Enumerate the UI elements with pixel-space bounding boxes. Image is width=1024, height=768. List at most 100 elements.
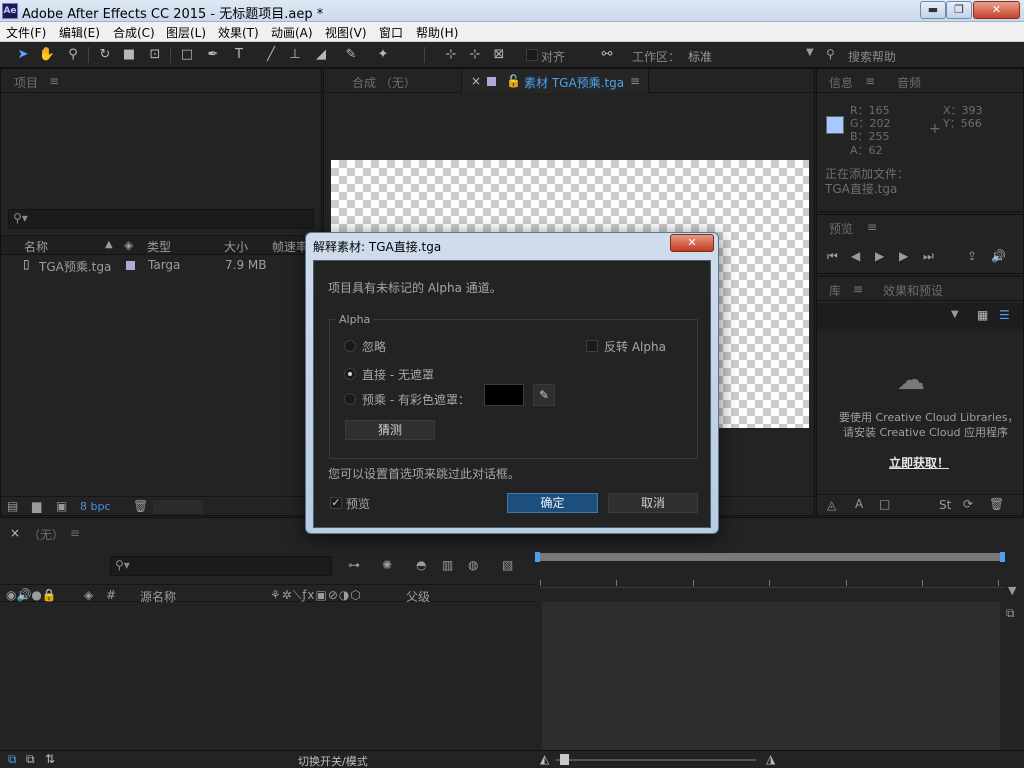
tab-preview[interactable]: 预览 xyxy=(829,220,853,237)
add-color-icon[interactable]: ◬ xyxy=(827,498,836,512)
matte-color-swatch[interactable] xyxy=(484,384,524,406)
rotation-tool-icon[interactable]: ↻ xyxy=(96,46,114,64)
label-column-icon[interactable]: ◈ xyxy=(84,588,93,602)
new-folder-icon[interactable]: ▆ xyxy=(32,499,41,513)
menu-edit[interactable]: 编辑(E) xyxy=(59,24,100,41)
grid-view-icon[interactable]: ▦ xyxy=(977,308,988,322)
preview-menu-icon[interactable]: ≡ xyxy=(867,220,877,234)
add-text-icon[interactable]: A xyxy=(855,497,863,511)
invert-alpha-checkbox[interactable] xyxy=(586,340,598,352)
time-ruler[interactable] xyxy=(540,576,1004,588)
timeline-close-icon[interactable]: × xyxy=(10,526,20,540)
selection-tool-icon[interactable]: ➤ xyxy=(14,46,32,64)
workspace-value[interactable]: 标准 xyxy=(688,48,712,65)
search-help-input[interactable]: 搜索帮助 xyxy=(848,48,896,65)
menu-animation[interactable]: 动画(A) xyxy=(271,24,313,41)
col-type[interactable]: 类型 xyxy=(147,238,171,255)
switches-icons[interactable]: ⚘✲⟍ƒx▣⊘◑⬡ xyxy=(270,588,362,603)
source-name-col[interactable]: 源名称 xyxy=(140,588,176,605)
library-trash-icon[interactable]: 🗑 xyxy=(989,497,1004,511)
dialog-close-button[interactable]: ✕ xyxy=(670,234,714,252)
minimize-button[interactable]: ▬ xyxy=(920,1,946,19)
menu-effect[interactable]: 效果(T) xyxy=(218,24,259,41)
bpc-button[interactable]: 8 bpc xyxy=(80,500,111,513)
type-tool-icon[interactable]: T xyxy=(230,46,248,64)
zoom-in-icon[interactable]: ◮ xyxy=(766,752,775,766)
lock-icon[interactable]: 🔓 xyxy=(506,74,521,88)
snap-checkbox[interactable] xyxy=(526,49,538,61)
work-area-start-handle[interactable] xyxy=(535,552,540,562)
tab-audio[interactable]: 音频 xyxy=(897,74,921,91)
menu-layer[interactable]: 图层(L) xyxy=(166,24,206,41)
ok-button[interactable]: 确定 xyxy=(507,493,598,513)
timeline-menu-icon[interactable]: ≡ xyxy=(70,526,80,540)
view-axis-icon[interactable]: ⊠ xyxy=(490,46,508,64)
camera-tool-icon[interactable]: ■ xyxy=(120,46,138,64)
play-icon[interactable]: ▶ xyxy=(875,249,884,263)
puppet-pin-tool-icon[interactable]: ✦ xyxy=(374,46,392,64)
new-composition-icon[interactable]: ▣ xyxy=(56,499,67,513)
comp-marker-bin-icon[interactable]: ▼ xyxy=(1008,584,1016,597)
brush-tool-icon[interactable]: ╱ xyxy=(262,46,280,64)
timeline-layer-icon[interactable]: ⧉ xyxy=(1006,606,1015,621)
info-menu-icon[interactable]: ≡ xyxy=(865,74,875,88)
col-name[interactable]: 名称 xyxy=(24,238,48,255)
work-area-bar[interactable] xyxy=(535,552,1005,562)
stock-icon[interactable]: St xyxy=(939,498,951,512)
pen-tool-icon[interactable]: ✒ xyxy=(204,46,222,64)
ignore-radio[interactable] xyxy=(344,340,356,352)
menu-help[interactable]: 帮助(H) xyxy=(416,24,458,41)
add-graphic-icon[interactable]: □ xyxy=(879,497,890,511)
eyedropper-icon[interactable]: ✎ xyxy=(533,384,555,406)
clone-stamp-tool-icon[interactable]: ⊥ xyxy=(286,46,304,64)
list-view-icon[interactable]: ☰ xyxy=(999,308,1010,322)
table-row[interactable]: ▯ TGA预乘.tga Targa 7.9 MB xyxy=(1,256,321,274)
library-dropdown-icon[interactable]: ▼ xyxy=(951,309,959,320)
pan-behind-tool-icon[interactable]: ⊡ xyxy=(146,46,164,64)
project-tab[interactable]: 项目 xyxy=(14,74,38,91)
timeline-tab[interactable]: （无） xyxy=(28,526,64,543)
graph-editor-icon[interactable]: ▧ xyxy=(502,558,513,572)
library-selector[interactable]: ▼ ▦ ☰ xyxy=(817,303,1023,329)
audio-icon[interactable]: 🔊 xyxy=(991,249,1006,263)
maximize-button[interactable]: ❐ xyxy=(946,1,972,19)
project-menu-icon[interactable]: ≡ xyxy=(49,74,59,88)
menu-view[interactable]: 视图(V) xyxy=(325,24,367,41)
sync-icon[interactable]: ⟳ xyxy=(963,497,973,511)
viewer-menu-icon[interactable]: ≡ xyxy=(630,74,640,88)
label-color-swatch[interactable] xyxy=(126,261,135,270)
expand-layer-switches-icon[interactable]: ⧉ xyxy=(8,752,17,767)
straight-radio[interactable] xyxy=(344,368,356,380)
zoom-slider-handle[interactable] xyxy=(560,754,569,765)
zoom-tool-icon[interactable]: ⚲ xyxy=(64,46,82,64)
library-menu-icon[interactable]: ≡ xyxy=(853,282,863,296)
guess-button[interactable]: 猜测 xyxy=(345,420,435,440)
last-frame-icon[interactable]: ⏭ xyxy=(923,249,934,264)
draft-3d-icon[interactable]: ✺ xyxy=(382,558,392,572)
tab-footage[interactable]: × 🔓 素材 TGA预乘.tga ≡ xyxy=(461,69,649,93)
expand-stretch-icon[interactable]: ⇅ xyxy=(45,752,55,766)
parent-col[interactable]: 父级 xyxy=(406,588,430,605)
menu-window[interactable]: 窗口 xyxy=(379,24,403,41)
toggle-switches-modes[interactable]: 切换开关/模式 xyxy=(298,753,368,768)
frame-blending-icon[interactable]: ▥ xyxy=(442,558,453,572)
timeline-search-input[interactable]: ⚲▾ xyxy=(110,556,332,576)
roto-brush-tool-icon[interactable]: ✎ xyxy=(342,46,360,64)
project-search-input[interactable]: ⚲▾ xyxy=(8,209,314,229)
av-features-icons[interactable]: ◉🔊●🔒 xyxy=(6,588,57,602)
close-button[interactable]: ✕ xyxy=(973,1,1020,19)
workspace-dropdown-icon[interactable]: ▼ xyxy=(806,47,814,58)
cancel-button[interactable]: 取消 xyxy=(608,493,698,513)
eraser-tool-icon[interactable]: ◢ xyxy=(312,46,330,64)
get-now-link[interactable]: 立即获取！ xyxy=(889,454,949,471)
next-frame-icon[interactable]: ▶︎ xyxy=(899,249,908,263)
zoom-out-icon[interactable]: ◭ xyxy=(540,752,549,766)
timeline-track-area[interactable] xyxy=(542,602,1000,750)
tab-library[interactable]: 库 xyxy=(829,282,841,299)
shy-layers-icon[interactable]: ◓ xyxy=(416,558,426,572)
tab-effects-presets[interactable]: 效果和预设 xyxy=(883,282,943,299)
comp-mini-flowchart-icon[interactable]: ⊶ xyxy=(348,558,360,572)
hand-tool-icon[interactable]: ✋ xyxy=(38,46,56,64)
previous-frame-icon[interactable]: ◀︎ xyxy=(851,249,860,263)
premultiplied-radio[interactable] xyxy=(344,393,356,405)
